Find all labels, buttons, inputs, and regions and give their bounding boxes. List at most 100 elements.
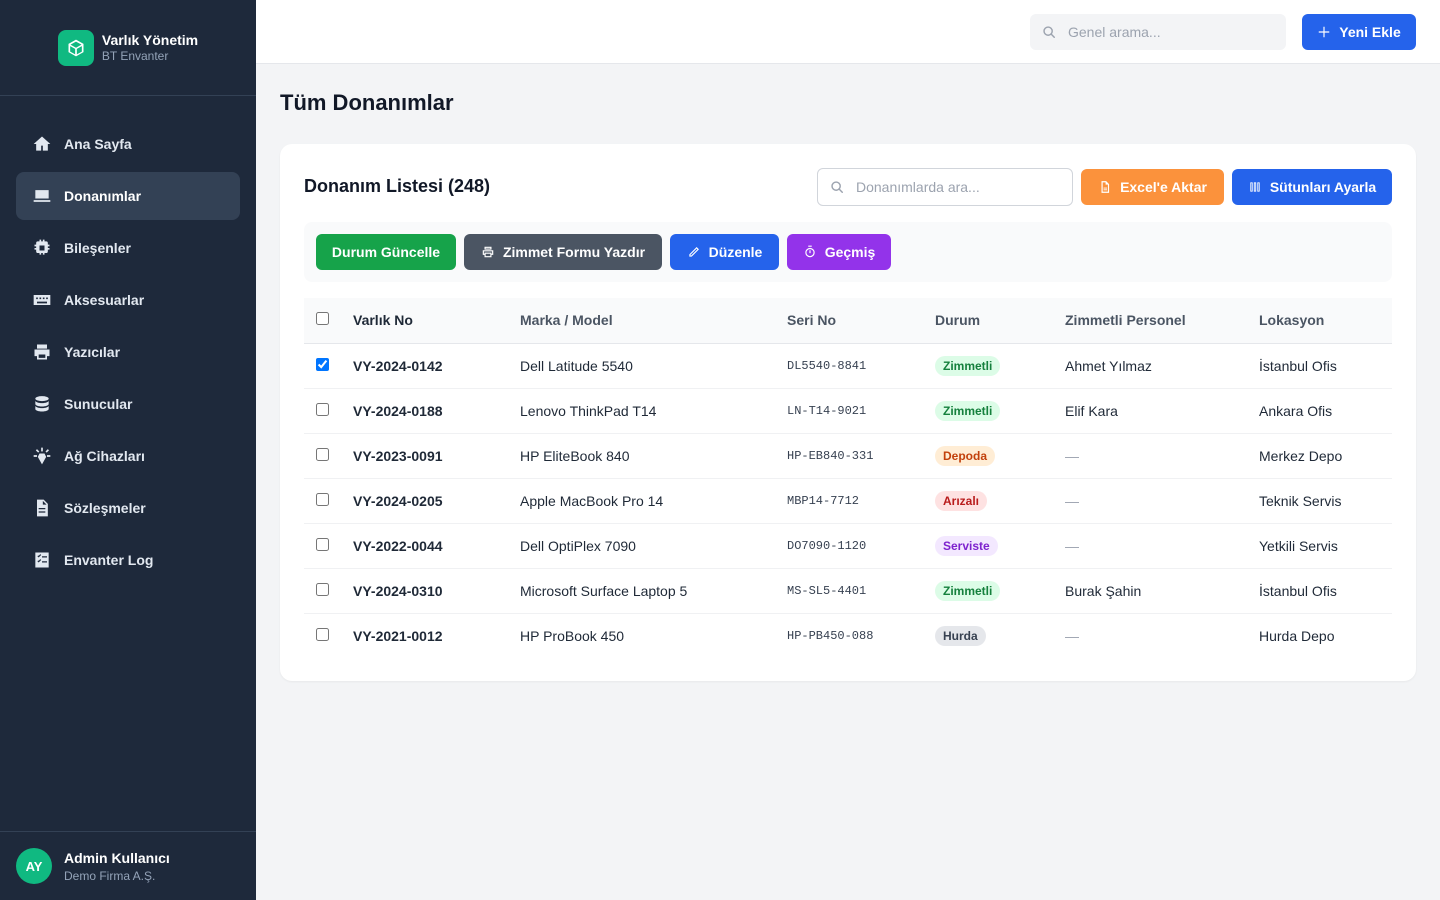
sidebar-item-label: Bileşenler xyxy=(64,240,131,256)
history-button[interactable]: Geçmiş xyxy=(787,234,891,270)
status-cell: Depoda xyxy=(935,433,1065,478)
asset-no-cell[interactable]: VY-2024-0310 xyxy=(353,568,520,613)
location-cell: İstanbul Ofis xyxy=(1259,357,1337,374)
configure-columns-button[interactable]: Sütunları Ayarla xyxy=(1232,169,1392,205)
user-organization: Demo Firma A.Ş. xyxy=(64,868,156,883)
add-new-button[interactable]: Yeni Ekle xyxy=(1302,14,1416,50)
serial-cell: LN-T14-9021 xyxy=(787,403,867,418)
select-all-cell xyxy=(304,298,353,343)
status-badge: Arızalı xyxy=(935,490,988,511)
select-all-checkbox[interactable] xyxy=(316,312,329,326)
model-cell: Lenovo ThinkPad T14 xyxy=(520,402,657,419)
serial-cell: DL5540-8841 xyxy=(787,358,867,373)
sidebar-item-servers[interactable]: Sunucular xyxy=(16,380,240,428)
row-checkbox[interactable] xyxy=(316,537,329,551)
asset-no-cell[interactable]: VY-2024-0142 xyxy=(353,343,520,388)
sidebar-item-home[interactable]: Ana Sayfa xyxy=(16,120,240,168)
status-cell: Zimmetli xyxy=(935,388,1065,433)
brand: Varlık Yönetim BT Envanter xyxy=(0,0,256,96)
row-checkbox[interactable] xyxy=(316,627,329,641)
columns-icon xyxy=(1250,182,1260,192)
model-cell: Dell Latitude 5540 xyxy=(520,357,633,374)
edit-button[interactable]: Düzenle xyxy=(670,234,779,270)
row-select-cell xyxy=(304,568,353,613)
status-badge: Zimmetli xyxy=(935,580,1001,601)
asset-no-cell[interactable]: VY-2022-0044 xyxy=(353,523,520,568)
column-header-location[interactable]: Lokasyon xyxy=(1259,298,1392,343)
table-header-row: Varlık No Marka / Model Seri No Durum Zi… xyxy=(304,298,1392,343)
global-search-input[interactable] xyxy=(1068,24,1268,40)
table-row[interactable]: VY-2021-0012 HP ProBook 450 HP-PB450-088 Hu… xyxy=(304,613,1392,658)
table-row[interactable]: VY-2024-0205 Apple MacBook Pro 14 MBP14-77… xyxy=(304,478,1392,523)
status-badge: Hurda xyxy=(935,625,986,646)
column-header-asset-no[interactable]: Varlık No xyxy=(353,298,520,343)
sidebar-item-label: Ağ Cihazları xyxy=(64,448,145,464)
table-row[interactable]: VY-2023-0091 HP EliteBook 840 HP-EB840-331… xyxy=(304,433,1392,478)
user-profile[interactable]: AY Admin Kullanıcı Demo Firma A.Ş. xyxy=(0,831,256,900)
table-row[interactable]: VY-2024-0310 Microsoft Surface Laptop 5 MS… xyxy=(304,568,1392,613)
avatar: AY xyxy=(16,848,52,884)
row-checkbox[interactable] xyxy=(316,492,329,506)
update-status-button[interactable]: Durum Güncelle xyxy=(316,234,456,270)
sidebar-item-contracts[interactable]: Sözleşmeler xyxy=(16,484,240,532)
sidebar-item-label: Yazıcılar xyxy=(64,344,121,360)
box-icon xyxy=(57,29,94,66)
column-header-model[interactable]: Marka / Model xyxy=(520,298,787,343)
row-checkbox[interactable] xyxy=(316,447,329,461)
history-label: Geçmiş xyxy=(824,244,876,260)
row-select-cell xyxy=(304,523,353,568)
asset-no-cell[interactable]: VY-2024-0188 xyxy=(353,388,520,433)
status-cell: Zimmetli xyxy=(935,343,1065,388)
asset-no-cell[interactable]: VY-2024-0205 xyxy=(353,478,520,523)
sidebar-item-hardware[interactable]: Donanımlar xyxy=(16,172,240,220)
bulk-action-bar: Durum Güncelle Zimmet Formu Yazdır Düzen… xyxy=(304,222,1392,282)
table-row[interactable]: VY-2024-0188 Lenovo ThinkPad T14 LN-T14-90… xyxy=(304,388,1392,433)
location-cell: Yetkili Servis xyxy=(1259,537,1338,554)
global-search xyxy=(1030,14,1286,50)
row-checkbox[interactable] xyxy=(316,357,329,371)
location-cell: Ankara Ofis xyxy=(1259,402,1333,419)
sidebar: Varlık Yönetim BT Envanter Ana Sayfa Don… xyxy=(0,0,256,900)
serial-cell: HP-PB450-088 xyxy=(787,628,874,643)
status-badge: Zimmetli xyxy=(935,355,1001,376)
plus-icon xyxy=(1319,26,1330,38)
model-cell: Apple MacBook Pro 14 xyxy=(520,492,664,509)
sidebar-item-label: Ana Sayfa xyxy=(64,136,132,152)
table-row[interactable]: VY-2022-0044 Dell OptiPlex 7090 DO7090-112… xyxy=(304,523,1392,568)
status-cell: Arızalı xyxy=(935,478,1065,523)
hardware-table: Varlık No Marka / Model Seri No Durum Zi… xyxy=(304,298,1392,658)
hardware-list-card: Donanım Listesi (248) Excel'e Aktar Sütu… xyxy=(280,144,1416,681)
location-cell: Teknik Servis xyxy=(1259,492,1342,509)
edit-label: Düzenle xyxy=(708,244,763,260)
column-header-serial[interactable]: Seri No xyxy=(787,298,935,343)
table-row[interactable]: VY-2024-0142 Dell Latitude 5540 DL5540-884… xyxy=(304,343,1392,388)
list-search-input[interactable] xyxy=(856,179,1056,195)
asset-no-cell[interactable]: VY-2021-0012 xyxy=(353,613,520,658)
serial-cell: HP-EB840-331 xyxy=(787,448,874,463)
status-cell: Serviste xyxy=(935,523,1065,568)
print-assignment-form-button[interactable]: Zimmet Formu Yazdır xyxy=(464,234,662,270)
print-assignment-form-label: Zimmet Formu Yazdır xyxy=(502,244,646,260)
file-export-icon xyxy=(1101,181,1110,193)
row-checkbox[interactable] xyxy=(316,402,329,416)
row-checkbox[interactable] xyxy=(316,582,329,596)
sidebar-item-inventory-log[interactable]: Envanter Log xyxy=(16,536,240,584)
column-header-status[interactable]: Durum xyxy=(935,298,1065,343)
column-header-assignee[interactable]: Zimmetli Personel xyxy=(1065,298,1259,343)
sidebar-item-accessories[interactable]: Aksesuarlar xyxy=(16,276,240,324)
add-new-label: Yeni Ekle xyxy=(1339,24,1401,40)
laptop-icon xyxy=(32,186,52,206)
serial-cell: MS-SL5-4401 xyxy=(787,583,867,598)
search-icon xyxy=(831,181,843,193)
status-cell: Zimmetli xyxy=(935,568,1065,613)
sidebar-item-network[interactable]: Ağ Cihazları xyxy=(16,432,240,480)
sidebar-item-printers[interactable]: Yazıcılar xyxy=(16,328,240,376)
location-cell: Hurda Depo xyxy=(1259,627,1335,644)
export-excel-button[interactable]: Excel'e Aktar xyxy=(1081,169,1224,205)
location-cell: İstanbul Ofis xyxy=(1259,582,1337,599)
sidebar-item-components[interactable]: Bileşenler xyxy=(16,224,240,272)
asset-no-cell[interactable]: VY-2023-0091 xyxy=(353,433,520,478)
stopwatch-icon xyxy=(805,245,815,258)
page-title: Tüm Donanımlar xyxy=(280,90,454,115)
model-cell: HP ProBook 450 xyxy=(520,627,625,644)
